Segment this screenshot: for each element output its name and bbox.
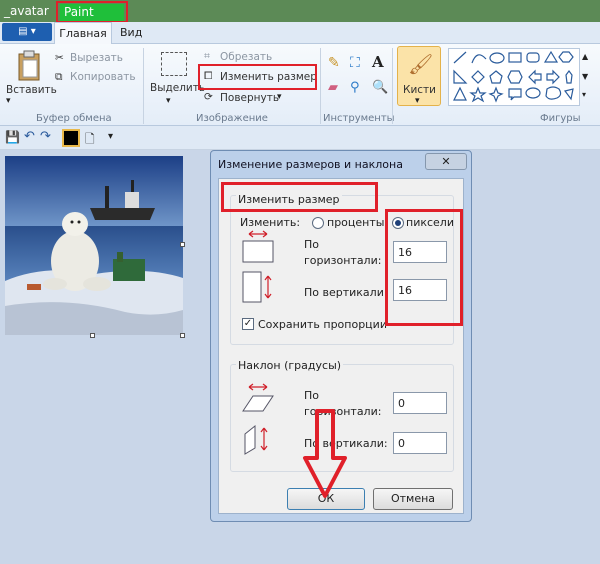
cut-button[interactable]: Вырезать [70, 52, 123, 64]
vertical-label: По вертикали: [304, 286, 388, 299]
chevron-down-icon[interactable]: ▾ [277, 92, 282, 102]
polar-bear-image [5, 156, 183, 335]
cut-icon: ✂ [55, 52, 64, 64]
skew-section-label: Наклон (градусы) [236, 359, 344, 372]
tab-home[interactable]: Главная [54, 22, 112, 45]
percent-radio[interactable] [312, 217, 324, 229]
paste-button[interactable]: Вставить [6, 84, 57, 96]
crop-button[interactable]: Обрезать [220, 51, 272, 63]
copy-icon: ⧉ [55, 71, 63, 83]
horizontal-resize-icon [242, 230, 274, 263]
dialog-title: Изменение размеров и наклона [218, 158, 403, 171]
rotate-icon: ⟳ [204, 91, 213, 103]
undo-icon[interactable]: ↶ [24, 129, 35, 144]
chevron-down-icon[interactable]: ▾ [166, 96, 171, 106]
scroll-up-icon[interactable]: ▲ [582, 52, 588, 61]
text-icon[interactable]: A [372, 53, 384, 71]
color-picker-icon[interactable]: ⚲ [350, 80, 360, 95]
paste-icon[interactable] [16, 50, 44, 82]
expand-gallery-icon[interactable]: ▾ [582, 90, 586, 99]
scroll-down-icon[interactable]: ▼ [582, 72, 588, 81]
cancel-button[interactable]: Отмена [373, 488, 453, 510]
skew-vertical-input[interactable]: 0 [393, 432, 447, 454]
divider [320, 48, 321, 124]
brush-icon: 🖌 [408, 52, 434, 76]
close-button[interactable]: ✕ [425, 153, 467, 170]
image-group-label: Изображение [196, 113, 268, 124]
resize-handle[interactable] [180, 242, 185, 247]
resize-highlight-box [198, 64, 317, 90]
rotate-button[interactable]: Повернуть [220, 92, 279, 104]
tab-view[interactable]: Вид [120, 26, 142, 39]
vertical-resize-icon [242, 271, 272, 303]
brushes-label: Кисти [403, 84, 436, 96]
change-by-label: Изменить: [240, 216, 301, 229]
shapes-gallery[interactable] [448, 48, 580, 106]
horizontal-label: По горизонтали: [304, 238, 382, 267]
resize-handle[interactable] [90, 333, 95, 338]
pixels-highlight [385, 209, 463, 326]
color-swatch-icon[interactable] [62, 129, 80, 147]
divider [143, 48, 144, 124]
app-name: Paint [64, 5, 94, 19]
file-menu-button[interactable]: ▤ ▾ [2, 23, 52, 41]
divider [392, 48, 393, 124]
select-icon[interactable] [161, 52, 187, 76]
customize-toolbar-icon[interactable]: ▾ [108, 131, 113, 142]
chevron-down-icon[interactable]: ▾ [6, 96, 11, 106]
document-name: _avatar [4, 4, 49, 18]
fill-icon[interactable]: ⛶ [350, 55, 360, 71]
clipboard-group-label: Буфер обмена [36, 113, 112, 124]
crop-icon: ⌗ [204, 50, 210, 62]
percent-label: проценты [327, 216, 385, 229]
pencil-icon[interactable]: ✎ [328, 55, 340, 71]
resize-section-highlight [221, 182, 378, 212]
eraser-icon[interactable]: ▰ [328, 80, 338, 95]
annotation-arrow [303, 409, 347, 498]
shapes-group-label: Фигуры [540, 113, 581, 124]
tools-group-label: Инструменты [323, 113, 395, 124]
redo-icon[interactable]: ↷ [40, 129, 51, 144]
print-preview-icon[interactable]: 🗋 [85, 130, 95, 151]
copy-button[interactable]: Копировать [70, 71, 136, 83]
save-icon[interactable]: 💾 [5, 130, 20, 144]
select-button[interactable]: Выделить [150, 82, 205, 94]
keep-ratio-label: Сохранить пропорции [258, 318, 387, 331]
horizontal-skew-icon [242, 383, 274, 412]
magnifier-icon[interactable]: 🔍 [372, 80, 388, 95]
skew-horizontal-input[interactable]: 0 [393, 392, 447, 414]
resize-handle[interactable] [180, 333, 185, 338]
vertical-skew-icon [244, 424, 268, 455]
chevron-down-icon[interactable]: ▾ [415, 96, 420, 106]
keep-ratio-checkbox[interactable]: ✓ [242, 318, 254, 330]
